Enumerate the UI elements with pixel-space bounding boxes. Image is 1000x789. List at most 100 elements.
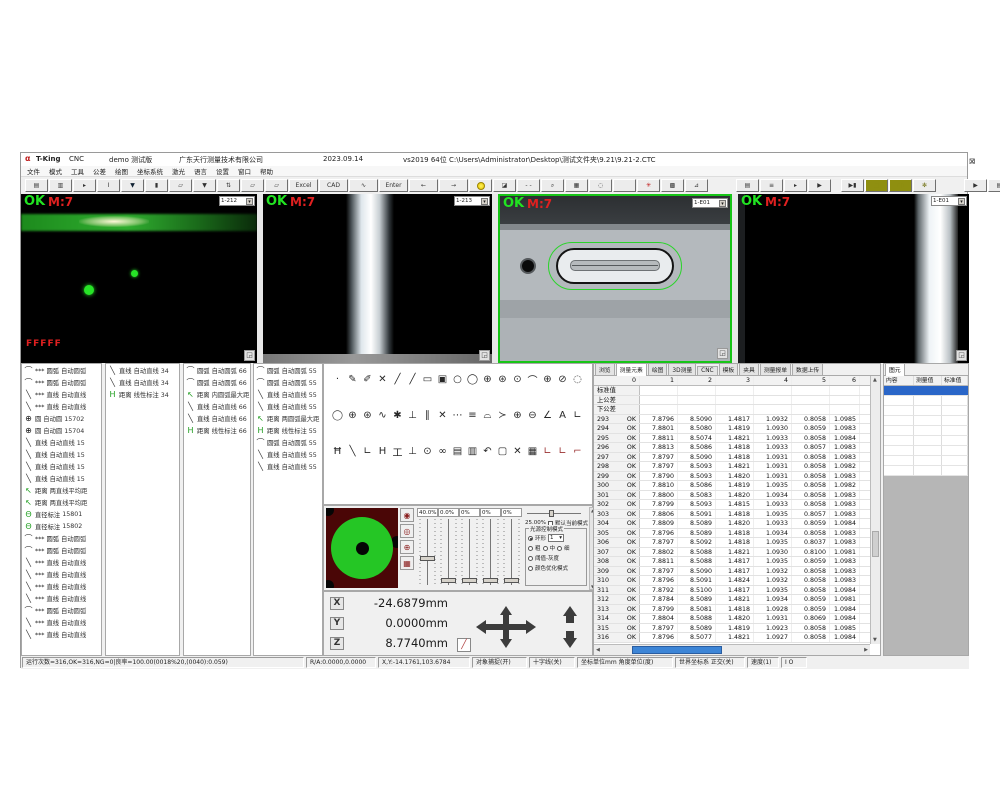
tool-icon[interactable]: ∟ — [540, 444, 555, 459]
list-item[interactable]: ╲*** 直线自动直线 — [22, 628, 101, 640]
play-to-end-button[interactable]: ▶▮ — [841, 179, 864, 192]
table-row[interactable]: 304OK7.88098.50891.48201.09330.80591.098… — [594, 519, 870, 529]
list-item[interactable]: ╲直线自动直线 55 — [254, 460, 322, 472]
tool-icon[interactable]: ⊥ — [405, 408, 420, 423]
tab-数据上传[interactable]: 数据上传 — [792, 363, 823, 375]
chevron-down-icon[interactable]: ▾ — [481, 198, 488, 205]
table-row[interactable]: 312OK7.87848.50891.48211.09340.80591.098… — [594, 595, 870, 605]
tolerance-row[interactable]: 标准值 — [594, 386, 870, 396]
menu-item-帮助[interactable]: 帮助 — [260, 166, 273, 176]
table-row[interactable]: 293OK7.87968.50901.48171.09320.80581.098… — [594, 415, 870, 425]
tool-icon[interactable]: ⊙ — [420, 444, 435, 459]
list-item[interactable]: ╲*** 直线自动直线 — [22, 556, 101, 568]
play-button[interactable]: ▶ — [808, 179, 831, 192]
menu-item-文件[interactable]: 文件 — [27, 166, 40, 176]
tool-icon[interactable]: ∠ — [540, 408, 555, 423]
folder-button[interactable]: ▸ — [784, 179, 807, 192]
table-horizontal-scrollbar[interactable]: ◀▶ — [594, 644, 870, 655]
list-item[interactable]: ⌒圆弧自动圆弧 55 — [254, 436, 322, 448]
list-item[interactable]: ⌒*** 圆弧自动圆弧 — [22, 364, 101, 376]
gray-button[interactable]: ▱ — [169, 179, 192, 192]
light-slider[interactable]: 40.0% — [417, 508, 438, 590]
slider-track[interactable] — [480, 519, 501, 585]
menu-item-公差[interactable]: 公差 — [93, 166, 106, 176]
list-item[interactable]: ╲*** 直线自动直线 — [22, 388, 101, 400]
tool-icon[interactable]: ✐ — [360, 372, 375, 387]
light-slider[interactable]: 0% — [501, 508, 522, 590]
menu-item-模式[interactable]: 模式 — [49, 166, 62, 176]
list-item[interactable]: ╲直线自动直线 66 — [184, 400, 250, 412]
table-row[interactable]: 307OK7.88028.50881.48211.09300.81001.098… — [594, 548, 870, 558]
table-row[interactable]: 306OK7.87978.50921.48181.09350.80371.098… — [594, 538, 870, 548]
zoom-slider-thumb[interactable] — [549, 510, 554, 517]
tab-夹具[interactable]: 夹具 — [739, 363, 759, 375]
tool-icon[interactable]: ∥ — [420, 408, 435, 423]
tool-icon[interactable]: ✕ — [375, 372, 390, 387]
chevron-down-icon[interactable]: ▾ — [958, 198, 965, 205]
ring-channel-select[interactable]: 1 ▾ — [548, 534, 564, 542]
tool-icon[interactable]: ≡ — [465, 408, 480, 423]
qr-button[interactable]: ▩ — [661, 179, 684, 192]
xy-jog-arrows[interactable] — [476, 606, 554, 648]
table-row[interactable]: 313OK7.87998.50811.48181.09280.80591.098… — [594, 605, 870, 615]
list-item[interactable]: ⌒圆弧自动圆弧 55 — [254, 364, 322, 376]
ring-grid-button[interactable]: ▦ — [400, 556, 414, 570]
tool-icon[interactable]: ∟ — [555, 444, 570, 459]
tool-icon[interactable]: ⌓ — [480, 408, 495, 423]
table-vertical-scrollbar[interactable]: ▲▼ — [870, 376, 880, 644]
tool-icon[interactable]: ∿ — [375, 408, 390, 423]
tool-icon[interactable]: ↶ — [480, 444, 495, 459]
tool-icon[interactable]: ⊕ — [480, 372, 495, 387]
slider-thumb[interactable] — [441, 578, 456, 583]
list-item[interactable]: ⌒圆弧自动圆弧 55 — [254, 376, 322, 388]
column-button[interactable]: ▮ — [145, 179, 168, 192]
list-item[interactable]: ⌒圆弧自动圆弧 66 — [184, 364, 250, 376]
tool-icon[interactable]: ▢ — [495, 444, 510, 459]
slider-thumb[interactable] — [483, 578, 498, 583]
detail-row[interactable] — [884, 426, 968, 436]
z-jog-arrows[interactable] — [562, 606, 578, 648]
cad-button[interactable]: CAD — [319, 179, 348, 192]
level-fine-radio[interactable] — [557, 546, 562, 551]
detail-row[interactable] — [884, 456, 968, 466]
tool-icon[interactable]: ✕ — [435, 408, 450, 423]
tool-icon[interactable]: ⊘ — [555, 372, 570, 387]
list-item[interactable]: ⌒*** 圆弧自动圆弧 — [22, 544, 101, 556]
camera1-selector[interactable]: 1-212 ▾ — [219, 196, 255, 206]
arrow-left-button[interactable]: ← — [409, 179, 438, 192]
ring-mode-radio[interactable] — [528, 536, 533, 541]
tool-icon[interactable]: ▦ — [525, 444, 540, 459]
tool-icon[interactable]: ◌ — [570, 372, 585, 387]
tool-icon[interactable]: ╱ — [405, 372, 420, 387]
table-row[interactable]: 302OK7.87998.50931.48151.09330.80581.098… — [594, 500, 870, 510]
tool-icon[interactable]: ⊙ — [510, 372, 525, 387]
list-item[interactable]: ⌒圆弧自动圆弧 66 — [184, 376, 250, 388]
tools-button[interactable]: ✻ — [913, 179, 936, 192]
probe-button[interactable]: ▼ — [121, 179, 144, 192]
table-row[interactable]: 299OK7.87908.50931.48201.09310.80581.098… — [594, 472, 870, 482]
tool-icon[interactable]: ⊛ — [495, 372, 510, 387]
light-slider[interactable]: 0% — [480, 508, 501, 590]
slider-track[interactable] — [459, 519, 480, 585]
list-item[interactable]: ╲直线自动直线 15 — [22, 460, 101, 472]
menu-item-窗口[interactable]: 窗口 — [238, 166, 251, 176]
list-item[interactable]: ⌒*** 圆弧自动圆弧 — [22, 604, 101, 616]
save-button[interactable]: ▤ — [25, 179, 48, 192]
camera-view-1[interactable]: OK M:7 1-212 ▾ FFFFF ◲ — [21, 194, 257, 363]
save2-button[interactable]: ▤ — [988, 179, 1000, 192]
ring-light-preview[interactable] — [326, 508, 398, 588]
level-mid-radio[interactable] — [543, 546, 548, 551]
tab-绘图[interactable]: 绘图 — [648, 363, 668, 375]
menu-item-工具[interactable]: 工具 — [71, 166, 84, 176]
menu-item-激光[interactable]: 激光 — [172, 166, 185, 176]
tool-icon[interactable]: ∟ — [570, 408, 585, 423]
list-item[interactable]: H距离线性标注 66 — [184, 424, 250, 436]
camera-view-3-selected[interactable]: OK M:7 1-E01 ▾ ◲ — [498, 194, 732, 363]
light-slider[interactable]: 0% — [459, 508, 480, 590]
list-item[interactable]: ╲直线自动直线 55 — [254, 448, 322, 460]
table-row[interactable]: 295OK7.88118.50741.48211.09330.80581.098… — [594, 434, 870, 444]
measure-tool-button[interactable]: I — [97, 179, 120, 192]
resize-handle-icon[interactable]: ◲ — [717, 348, 728, 359]
ring-segment-button[interactable]: ◉ — [400, 508, 414, 522]
list-item[interactable]: H距离线性标注 55 — [254, 424, 322, 436]
